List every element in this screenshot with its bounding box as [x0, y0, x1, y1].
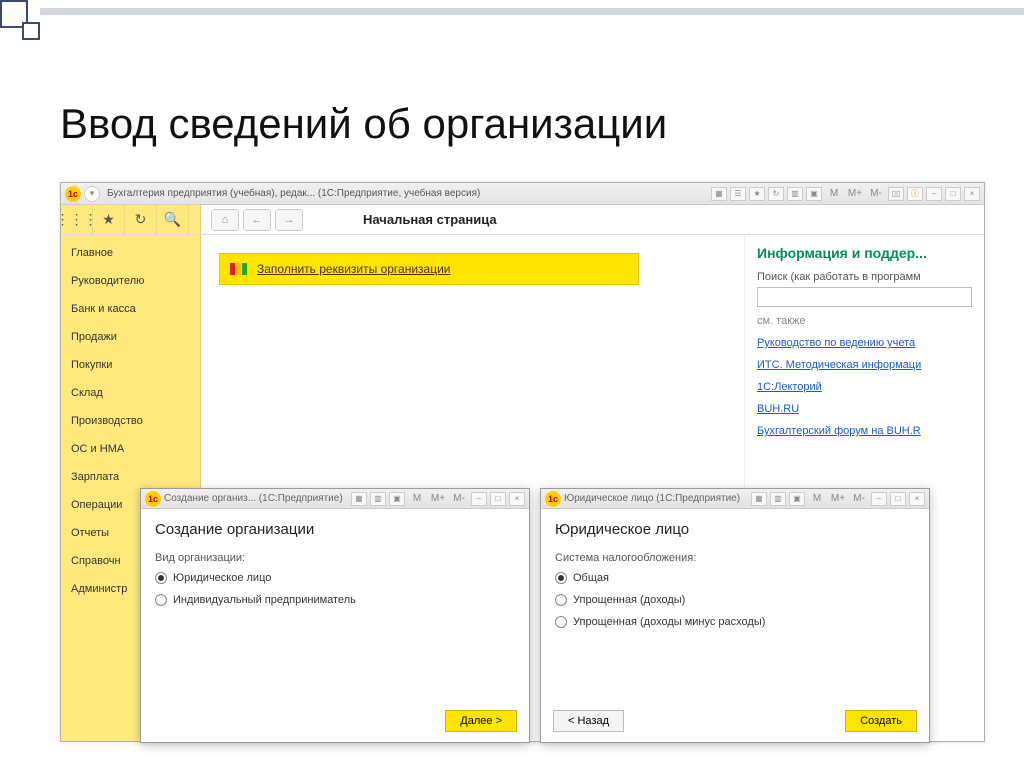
window-minimize[interactable]: –: [471, 492, 487, 506]
memory-mplus[interactable]: M+: [429, 492, 447, 506]
radio-label: Индивидуальный предприниматель: [173, 594, 356, 606]
sidebar-item-sales[interactable]: Продажи: [61, 323, 200, 351]
radio-label: Упрощенная (доходы): [573, 594, 685, 606]
app-1c-icon: 1c: [545, 491, 561, 507]
traffic-light-icon: [230, 263, 247, 275]
calc-icon[interactable]: ▥: [787, 187, 803, 201]
memory-mplus[interactable]: M+: [829, 492, 847, 506]
star-icon[interactable]: ★: [749, 187, 765, 201]
radio-icon[interactable]: [155, 572, 167, 584]
radio-icon[interactable]: [155, 594, 167, 606]
radio-label: Упрощенная (доходы минус расходы): [573, 616, 765, 628]
sidebar-item-manager[interactable]: Руководителю: [61, 267, 200, 295]
fill-org-banner: Заполнить реквизиты организации: [219, 253, 639, 285]
radio-tax-simplified-diff[interactable]: Упрощенная (доходы минус расходы): [555, 616, 915, 628]
radio-tax-simplified-income[interactable]: Упрощенная (доходы): [555, 594, 915, 606]
sidebar-item-purchases[interactable]: Покупки: [61, 351, 200, 379]
fill-org-link[interactable]: Заполнить реквизиты организации: [257, 262, 451, 276]
window-maximize[interactable]: □: [945, 187, 961, 201]
app-1c-icon: 1c: [65, 186, 81, 202]
app-1c-icon: 1c: [145, 491, 161, 507]
dialog2-field-label: Система налогообложения:: [555, 552, 915, 564]
sidebar-item-main[interactable]: Главное: [61, 239, 200, 267]
nav-back[interactable]: ←: [243, 209, 271, 231]
calc-icon[interactable]: ▥: [370, 492, 386, 506]
tool-icon[interactable]: ▦: [711, 187, 727, 201]
sidebar-item-salary[interactable]: Зарплата: [61, 463, 200, 491]
help-link[interactable]: BUH.RU: [757, 403, 972, 415]
memory-m[interactable]: M: [808, 492, 826, 506]
memory-m[interactable]: M: [825, 187, 843, 201]
see-also-label: см. также: [757, 315, 972, 327]
dropdown-icon[interactable]: ▾: [84, 186, 100, 202]
back-button[interactable]: < Назад: [553, 710, 624, 732]
help-link[interactable]: 1С:Лекторий: [757, 381, 972, 393]
radio-icon[interactable]: [555, 594, 567, 606]
window-maximize[interactable]: □: [890, 492, 906, 506]
info-panel-title: Информация и поддер...: [757, 245, 972, 261]
memory-mminus[interactable]: M-: [450, 492, 468, 506]
dialog-create-org: 1c Создание организ... (1С:Предприятие) …: [140, 488, 530, 743]
slide-title: Ввод сведений об организации: [60, 100, 667, 148]
dialog1-field-label: Вид организации:: [155, 552, 515, 564]
window-close[interactable]: ×: [509, 492, 525, 506]
sidebar-item-bank[interactable]: Банк и касса: [61, 295, 200, 323]
memory-mminus[interactable]: M-: [850, 492, 868, 506]
window-title: Бухгалтерия предприятия (учебная), редак…: [107, 188, 480, 199]
radio-label: Юридическое лицо: [173, 572, 271, 584]
sidebar-item-warehouse[interactable]: Склад: [61, 379, 200, 407]
radio-icon[interactable]: [555, 616, 567, 628]
sidebar-item-assets[interactable]: ОС и НМА: [61, 435, 200, 463]
history-icon[interactable]: ↻: [125, 205, 157, 235]
dialog2-heading: Юридическое лицо: [555, 521, 915, 538]
tool-icon[interactable]: ☰: [730, 187, 746, 201]
apps-icon[interactable]: ⋮⋮⋮: [61, 205, 93, 235]
dialog2-title: Юридическое лицо (1С:Предприятие): [564, 493, 740, 504]
window-maximize[interactable]: □: [490, 492, 506, 506]
window-minimize[interactable]: –: [871, 492, 887, 506]
dialog1-titlebar: 1c Создание организ... (1С:Предприятие) …: [141, 489, 529, 509]
radio-tax-general[interactable]: Общая: [555, 572, 915, 584]
memory-m[interactable]: M: [408, 492, 426, 506]
tool-icon[interactable]: ▣: [806, 187, 822, 201]
tool-icon[interactable]: ▣: [389, 492, 405, 506]
help-link[interactable]: ИТС. Методическая информаци: [757, 359, 972, 371]
memory-mminus[interactable]: M-: [867, 187, 885, 201]
radio-label: Общая: [573, 572, 609, 584]
home-button[interactable]: ⌂: [211, 209, 239, 231]
memory-mplus[interactable]: M+: [846, 187, 864, 201]
create-button[interactable]: Создать: [845, 710, 917, 732]
tool-icon[interactable]: ▣: [789, 492, 805, 506]
next-button[interactable]: Далее >: [445, 710, 517, 732]
calc-icon[interactable]: ▥: [770, 492, 786, 506]
favorites-icon[interactable]: ★: [93, 205, 125, 235]
tool-icon[interactable]: ▦: [351, 492, 367, 506]
search-input[interactable]: [757, 287, 972, 307]
dialog-legal-entity: 1c Юридическое лицо (1С:Предприятие) ▦ ▥…: [540, 488, 930, 743]
search-label: Поиск (как работать в программ: [757, 271, 972, 283]
sidebar-item-production[interactable]: Производство: [61, 407, 200, 435]
history-icon[interactable]: ↻: [768, 187, 784, 201]
toolbar: ⋮⋮⋮ ★ ↻ 🔍 ⌂ ← → Начальная страница: [61, 205, 984, 235]
radio-legal-entity[interactable]: Юридическое лицо: [155, 572, 515, 584]
tool-icon[interactable]: ▦: [751, 492, 767, 506]
main-titlebar: 1c ▾ Бухгалтерия предприятия (учебная), …: [61, 183, 984, 205]
help-link[interactable]: Бухгалтерский форум на BUH.R: [757, 425, 972, 437]
radio-individual[interactable]: Индивидуальный предприниматель: [155, 594, 515, 606]
help-link[interactable]: Руководство по ведению учета: [757, 337, 972, 349]
panel-icon[interactable]: ▯▯: [888, 187, 904, 201]
info-icon[interactable]: ⓘ: [907, 187, 923, 201]
dialog2-titlebar: 1c Юридическое лицо (1С:Предприятие) ▦ ▥…: [541, 489, 929, 509]
dialog1-heading: Создание организации: [155, 521, 515, 538]
window-close[interactable]: ×: [964, 187, 980, 201]
window-close[interactable]: ×: [909, 492, 925, 506]
nav-forward[interactable]: →: [275, 209, 303, 231]
page-title: Начальная страница: [363, 212, 497, 227]
radio-icon[interactable]: [555, 572, 567, 584]
search-icon[interactable]: 🔍: [157, 205, 189, 235]
dialog1-title: Создание организ... (1С:Предприятие): [164, 493, 343, 504]
window-minimize[interactable]: –: [926, 187, 942, 201]
